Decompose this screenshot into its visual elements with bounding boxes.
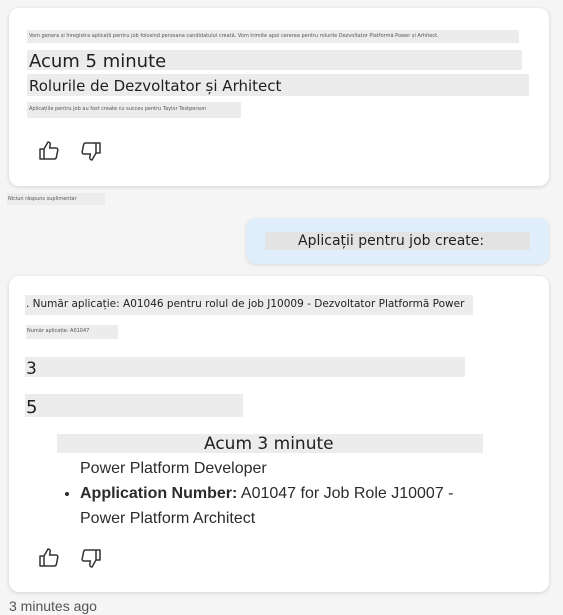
cont-line: Power Platform Developer [80,460,267,477]
application-list: Power Platform Developer Application Num… [58,456,520,531]
list-item-continuation: Power Platform Developer [80,456,520,481]
card1-time: Acum 5 minute [29,51,167,72]
card1-top-line: Vom genera și înregistra aplicații pentr… [29,33,439,39]
thumbs-down-icon[interactable] [79,139,103,163]
card1-title: Rolurile de Dezvoltator și Arhitect [29,77,282,95]
user-message-text: Aplicații pentru job create: [298,233,485,249]
thumbs-up-icon[interactable] [37,139,61,163]
card1-sub: Aplicațiile pentru job au fost create cu… [29,106,207,112]
num5-highlight [25,394,243,417]
thumbs-down-icon[interactable] [79,546,103,570]
card2-time: Acum 3 minute [204,434,334,454]
item-label: Application Number: [80,485,238,502]
list-item: Application Number: A01047 for Job Role … [80,481,520,531]
user-message-bubble: Aplicații pentru job create: [246,218,549,264]
item-text: A01047 for Job Role J10007 - [237,485,454,502]
num3-highlight [25,357,465,377]
item-cont: Power Platform Architect [80,510,256,527]
card2-line2: Număr aplicație: A01047 [27,328,90,334]
between-note: Niciun răspuns suplimentar [8,196,77,202]
card2-num5: 5 [26,397,38,418]
thumbs-up-icon[interactable] [37,546,61,570]
card2-line1: . Număr aplicație: A01046 pentru rolul d… [26,298,465,310]
assistant-message-card-2: . Număr aplicație: A01046 pentru rolul d… [9,276,549,592]
assistant-message-card-1: Vom genera și înregistra aplicații pentr… [9,8,549,186]
card2-num3: 3 [26,359,37,379]
footer-time: 3 minutes ago [9,598,97,614]
